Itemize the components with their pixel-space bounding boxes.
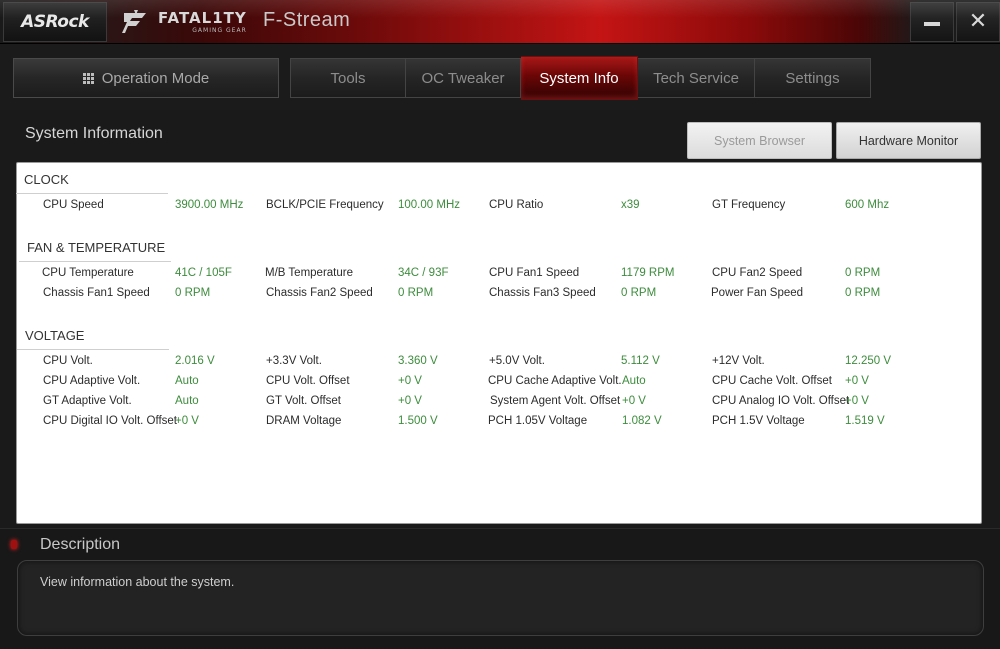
info-label: +5.0V Volt. <box>489 355 545 367</box>
info-label: CPU Fan1 Speed <box>489 267 580 279</box>
info-label: CPU Digital IO Volt. Offset <box>43 415 178 427</box>
info-value: 3.360 V <box>398 355 438 367</box>
info-value: Auto <box>175 375 199 387</box>
tab-settings[interactable]: Settings <box>755 58 871 98</box>
info-label: Power Fan Speed <box>711 287 804 299</box>
info-value: +0 V <box>622 395 646 407</box>
description-text: View information about the system. <box>40 575 235 589</box>
description-panel: Description View information about the s… <box>0 528 1000 649</box>
info-value: +0 V <box>845 395 869 407</box>
tab-tech-service-label: Tech Service <box>653 69 739 87</box>
info-label: CPU Volt. <box>43 355 93 367</box>
close-icon: ✕ <box>968 9 988 34</box>
info-value: 1.082 V <box>622 415 662 427</box>
info-value: 100.00 MHz <box>398 199 461 211</box>
info-value: 41C / 105F <box>175 267 232 279</box>
info-label: CPU Temperature <box>42 267 134 279</box>
info-label: System Agent Volt. Offset <box>490 395 621 407</box>
info-value: 34C / 93F <box>398 267 449 279</box>
info-value: Auto <box>622 375 646 387</box>
info-label: CPU Speed <box>43 199 104 211</box>
system-browser-button[interactable]: System Browser <box>687 122 832 159</box>
info-label: GT Adaptive Volt. <box>43 395 132 407</box>
tab-tech-service[interactable]: Tech Service <box>638 58 755 98</box>
info-label: GT Volt. Offset <box>266 395 341 407</box>
hardware-monitor-button[interactable]: Hardware Monitor <box>836 122 981 159</box>
info-label: PCH 1.5V Voltage <box>712 415 805 427</box>
info-value: 12.250 V <box>845 355 892 367</box>
tab-oc-tweaker[interactable]: OC Tweaker <box>406 58 521 98</box>
info-label: CPU Volt. Offset <box>266 375 350 387</box>
info-value: 0 RPM <box>845 267 881 279</box>
info-value: +0 V <box>398 375 422 387</box>
info-label: BCLK/PCIE Frequency <box>266 199 384 211</box>
info-value: Auto <box>175 395 199 407</box>
info-label: CPU Cache Volt. Offset <box>712 375 832 387</box>
app-title: F-Stream <box>263 9 351 31</box>
info-value: 1.500 V <box>398 415 438 427</box>
info-value: 0 RPM <box>845 287 881 299</box>
fatality-emblem-icon <box>122 10 146 33</box>
brand-logo-text: ASRock <box>21 12 89 32</box>
info-label: CPU Adaptive Volt. <box>43 375 141 387</box>
info-value: x39 <box>621 199 640 211</box>
info-label: DRAM Voltage <box>266 415 342 427</box>
tab-system-info-label: System Info <box>539 69 619 87</box>
info-value: 3900.00 MHz <box>175 199 244 211</box>
info-label: +3.3V Volt. <box>266 355 322 367</box>
description-title: Description <box>40 536 121 553</box>
info-label: PCH 1.05V Voltage <box>488 415 588 427</box>
main-tabs: Tools OC Tweaker System Info Tech Servic… <box>290 56 871 100</box>
info-value: 2.016 V <box>175 355 215 367</box>
close-button[interactable]: ✕ <box>956 2 1000 42</box>
tab-oc-tweaker-label: OC Tweaker <box>421 69 505 87</box>
info-value: +0 V <box>398 395 422 407</box>
info-label: CPU Analog IO Volt. Offset <box>712 395 850 407</box>
title-bar: ASRock FATAL1TY GAMING GEAR F-Stream ✕ <box>0 0 1000 44</box>
info-label: +12V Volt. <box>712 355 765 367</box>
minimize-button[interactable] <box>910 2 954 42</box>
operation-mode-label: Operation Mode <box>101 69 210 87</box>
page-title: System Information <box>25 125 163 142</box>
fatality-logo: FATAL1TY GAMING GEAR <box>112 2 258 42</box>
info-label: CPU Cache Adaptive Volt. <box>488 375 622 387</box>
info-label: Chassis Fan1 Speed <box>43 287 150 299</box>
tab-tools-label: Tools <box>330 69 366 87</box>
tab-system-info[interactable]: System Info <box>521 56 638 100</box>
info-label: M/B Temperature <box>265 267 353 279</box>
tab-settings-label: Settings <box>785 69 840 87</box>
info-value: 1.519 V <box>845 415 885 427</box>
info-label: CPU Ratio <box>489 199 544 211</box>
description-indicator-icon <box>11 540 17 549</box>
info-label: CPU Fan2 Speed <box>712 267 803 279</box>
description-box: View information about the system. <box>17 560 984 636</box>
asrock-logo: ASRock <box>3 2 107 42</box>
info-value: 0 RPM <box>621 287 657 299</box>
info-value: 0 RPM <box>175 287 211 299</box>
fan-temperature-section-title: FAN & TEMPERATURE <box>18 240 172 262</box>
system-info-panel: CLOCK CPU Speed 3900.00 MHz BCLK/PCIE Fr… <box>16 162 982 524</box>
voltage-section-title: VOLTAGE <box>16 328 171 350</box>
tab-tools[interactable]: Tools <box>290 58 406 98</box>
info-value: 5.112 V <box>621 355 660 367</box>
info-value: 600 Mhz <box>845 199 890 211</box>
info-value: 0 RPM <box>398 287 434 299</box>
info-value: +0 V <box>175 415 199 427</box>
info-label: Chassis Fan3 Speed <box>489 287 596 299</box>
operation-mode-button[interactable]: Operation Mode <box>13 58 279 98</box>
navigation-bar: Operation Mode Tools OC Tweaker System I… <box>0 44 1000 110</box>
info-value: +0 V <box>845 375 869 387</box>
info-label: Chassis Fan2 Speed <box>266 287 373 299</box>
fatality-subtitle: GAMING GEAR <box>192 26 247 34</box>
fatality-title: FATAL1TY <box>158 8 247 27</box>
grid-icon <box>82 72 94 84</box>
minimize-icon <box>924 22 940 26</box>
clock-section-title: CLOCK <box>16 172 168 194</box>
info-value: 1179 RPM <box>621 267 675 279</box>
info-label: GT Frequency <box>712 199 786 211</box>
